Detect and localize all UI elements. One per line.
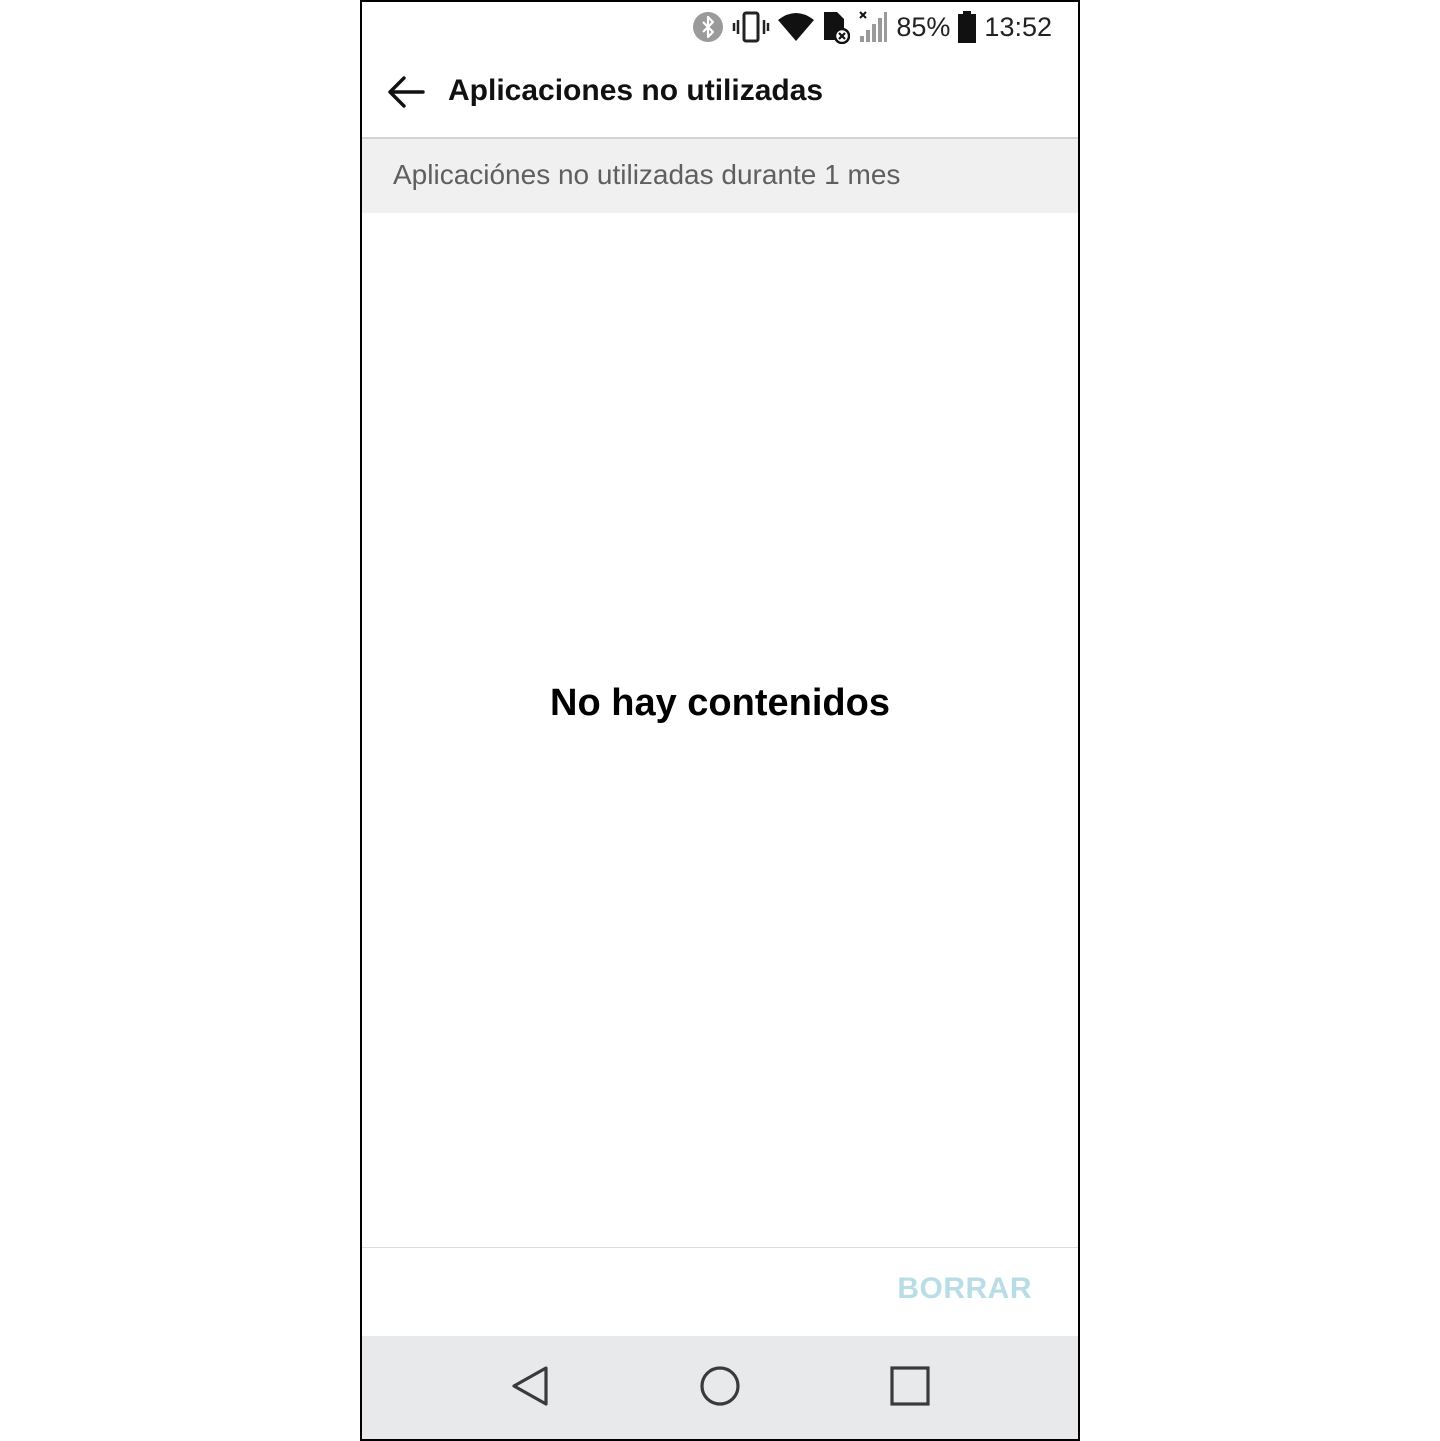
divider: [362, 1247, 1078, 1248]
status-bar: 85% 13:52: [362, 2, 1078, 52]
battery-icon: [958, 11, 977, 43]
empty-state-message: No hay contenidos: [550, 682, 890, 724]
clear-button[interactable]: BORRAR: [897, 1272, 1032, 1306]
nav-home-button[interactable]: [690, 1358, 750, 1418]
arrow-left-icon: [387, 75, 425, 114]
recents-square-icon: [890, 1365, 930, 1411]
no-sim-icon: [822, 10, 851, 44]
filter-subheader: Aplicaciónes no utilizadas durante 1 mes: [362, 139, 1078, 213]
nav-recents-button[interactable]: [880, 1358, 940, 1418]
clock: 13:52: [984, 11, 1052, 42]
app-bar: Aplicaciones no utilizadas: [362, 52, 1078, 139]
nav-back-button[interactable]: [500, 1358, 560, 1418]
page-title: Aplicaciones no utilizadas: [448, 74, 824, 107]
navigation-bar: [362, 1336, 1078, 1439]
home-circle-icon: [699, 1365, 741, 1412]
battery-percent: 85%: [896, 11, 951, 42]
back-button[interactable]: [376, 64, 436, 124]
back-triangle-icon: [510, 1365, 550, 1412]
wifi-icon: [778, 12, 815, 42]
phone-screen: 85% 13:52 Aplicaciones no utilizadas Apl…: [360, 0, 1080, 1441]
vibrate-icon: [732, 11, 770, 43]
subheader-text: Aplicaciónes no utilizadas durante 1 mes: [393, 159, 901, 190]
bluetooth-icon: [692, 11, 724, 43]
signal-icon: [858, 10, 888, 44]
status-icons: 85% 13:52: [692, 8, 1052, 46]
